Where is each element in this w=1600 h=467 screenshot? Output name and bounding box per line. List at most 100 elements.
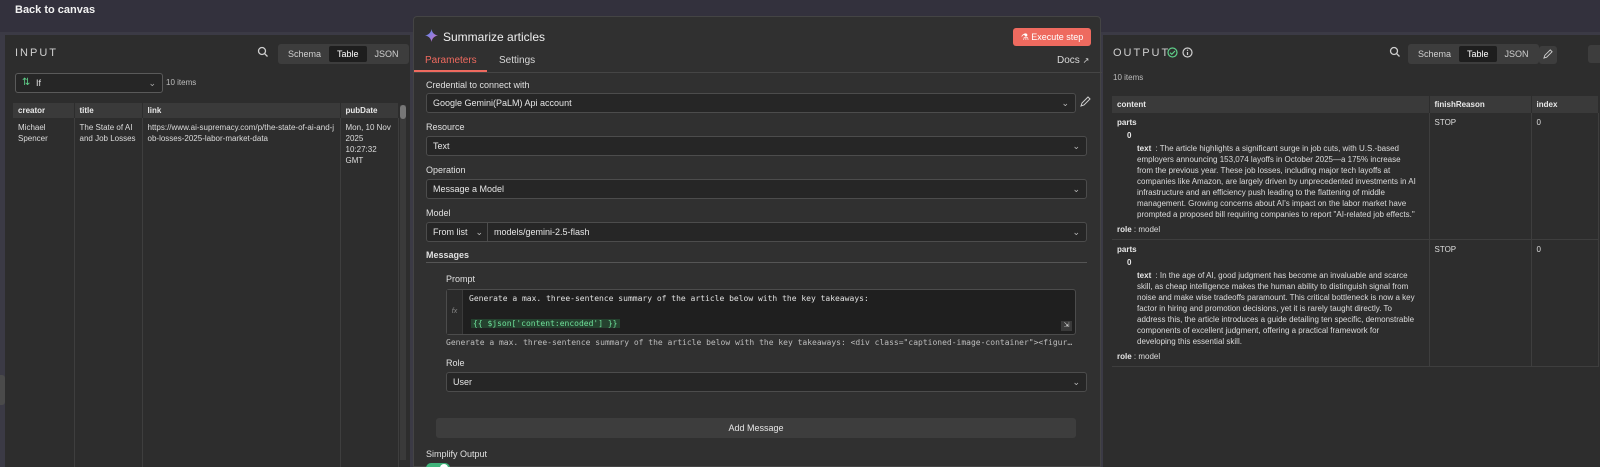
- resource-select[interactable]: Text ⌄: [426, 136, 1087, 156]
- prompt-result-preview: Generate a max. three-sentence summary o…: [446, 338, 1076, 347]
- parts-key: parts: [1117, 118, 1137, 127]
- column-header-pubdate[interactable]: pubDate: [340, 103, 399, 118]
- info-icon[interactable]: [1182, 47, 1193, 60]
- prompt-label: Prompt: [446, 274, 476, 284]
- model-value: models/gemini-2.5-flash: [494, 227, 590, 237]
- chevron-down-icon: ⌄: [475, 227, 483, 237]
- output-view-toggle: Schema Table JSON: [1408, 44, 1539, 64]
- model-label: Model: [426, 208, 451, 218]
- cell-title[interactable]: The State of AI and Job Losses: [74, 118, 143, 467]
- panel-collapse-handle[interactable]: [1588, 45, 1600, 63]
- role-key: role: [1117, 352, 1132, 361]
- output-table: content finishReason index parts 0 text …: [1112, 96, 1599, 367]
- table-row: Michael Spencer The State of AI and Job …: [13, 118, 399, 467]
- cell-index[interactable]: 0: [1531, 113, 1599, 240]
- prompt-text-line: Generate a max. three-sentence summary o…: [469, 294, 869, 303]
- input-view-json[interactable]: JSON: [367, 46, 407, 62]
- pencil-icon[interactable]: [1539, 46, 1557, 64]
- if-node-icon: ⇅: [22, 77, 31, 88]
- parts-index: 0: [1127, 131, 1132, 140]
- cell-finishreason[interactable]: STOP: [1429, 113, 1532, 240]
- column-header-index[interactable]: index: [1531, 96, 1599, 113]
- chevron-down-icon: ⌄: [148, 78, 156, 88]
- simplify-output-toggle[interactable]: [426, 463, 450, 467]
- column-header-link[interactable]: link: [142, 103, 341, 118]
- column-header-content[interactable]: content: [1112, 96, 1430, 113]
- node-header: Summarize articles ⚗ Execute step Parame…: [414, 17, 1102, 73]
- input-title: INPUT: [15, 47, 58, 59]
- input-items-count: 10 items: [166, 78, 197, 87]
- panel-resize-handle[interactable]: [0, 375, 5, 405]
- cell-content[interactable]: parts 0 text : In the age of AI, good ju…: [1112, 239, 1430, 367]
- table-row: parts 0 text : In the age of AI, good ju…: [1112, 239, 1599, 367]
- simplify-output-label: Simplify Output: [426, 449, 488, 459]
- back-to-canvas-link[interactable]: Back to canvas: [15, 4, 95, 16]
- operation-select[interactable]: Message a Model ⌄: [426, 179, 1087, 199]
- cell-creator[interactable]: Michael Spencer: [13, 118, 75, 467]
- column-header-title[interactable]: title: [74, 103, 143, 118]
- execute-step-label: Execute step: [1031, 32, 1084, 42]
- cell-content[interactable]: parts 0 text : The article highlights a …: [1112, 113, 1430, 240]
- add-message-button[interactable]: Add Message: [436, 418, 1076, 438]
- chevron-down-icon: ⌄: [1072, 141, 1080, 151]
- output-view-json[interactable]: JSON: [1497, 46, 1537, 62]
- parts-index: 0: [1127, 258, 1132, 267]
- messages-divider: [426, 262, 1087, 263]
- docs-label: Docs: [1057, 55, 1080, 66]
- model-mode-value: From list: [433, 227, 468, 237]
- input-scrollbar-thumb[interactable]: [400, 105, 406, 119]
- table-row: parts 0 text : The article highlights a …: [1112, 113, 1599, 240]
- input-node-select-value: If: [36, 78, 42, 88]
- text-entry: text : In the age of AI, good judgment h…: [1137, 271, 1415, 346]
- execute-step-button[interactable]: ⚗ Execute step: [1013, 28, 1091, 46]
- cell-pubdate[interactable]: Mon, 10 Nov 2025 10:27:32 GMT: [340, 118, 399, 467]
- role-value: model: [1138, 352, 1161, 361]
- docs-link[interactable]: Docs ↗: [1057, 55, 1089, 66]
- input-node-select[interactable]: ⇅ If ⌄: [15, 73, 163, 93]
- search-icon[interactable]: [256, 46, 270, 60]
- output-view-table[interactable]: Table: [1459, 46, 1497, 62]
- output-items-count: 10 items: [1113, 73, 1144, 82]
- role-label: Role: [446, 358, 465, 368]
- role-value: User: [453, 377, 473, 387]
- credential-select[interactable]: Google Gemini(PaLM) Api account ⌄: [426, 93, 1076, 113]
- column-header-finishreason[interactable]: finishReason: [1429, 96, 1532, 113]
- resource-label: Resource: [426, 122, 465, 132]
- pencil-icon[interactable]: [1078, 96, 1092, 110]
- credential-label: Credential to connect with: [426, 80, 530, 90]
- text-value: In the age of AI, good judgment has beco…: [1137, 271, 1415, 346]
- input-scrollbar[interactable]: [400, 105, 406, 460]
- cell-finishreason[interactable]: STOP: [1429, 239, 1532, 367]
- input-view-schema[interactable]: Schema: [280, 46, 329, 62]
- role-value: model: [1138, 225, 1161, 234]
- chevron-down-icon: ⌄: [1072, 377, 1080, 387]
- cell-index[interactable]: 0: [1531, 239, 1599, 367]
- resource-value: Text: [433, 141, 450, 151]
- operation-label: Operation: [426, 165, 466, 175]
- parts-key: parts: [1117, 245, 1137, 254]
- column-header-creator[interactable]: creator: [13, 103, 75, 118]
- input-view-toggle: Schema Table JSON: [278, 44, 409, 64]
- search-icon[interactable]: [1388, 46, 1402, 60]
- flask-icon: ⚗: [1020, 32, 1029, 42]
- expression-fx-icon: fx: [447, 290, 463, 334]
- output-view-schema[interactable]: Schema: [1410, 46, 1459, 62]
- role-select[interactable]: User ⌄: [446, 372, 1087, 392]
- input-panel: INPUT Schema Table JSON ⇅ If ⌄ 10 items …: [5, 35, 410, 467]
- input-view-table[interactable]: Table: [329, 46, 367, 62]
- external-link-icon: ↗: [1082, 56, 1090, 65]
- tab-settings[interactable]: Settings: [499, 55, 535, 66]
- gemini-icon: [425, 29, 438, 42]
- role-entry: role : model: [1117, 352, 1161, 361]
- node-title[interactable]: Summarize articles: [443, 30, 545, 44]
- chevron-down-icon: ⌄: [1072, 184, 1080, 194]
- cell-link[interactable]: https://www.ai-supremacy.com/p/the-state…: [142, 118, 341, 467]
- text-entry: text : The article highlights a signific…: [1137, 144, 1416, 219]
- output-panel: OUTPUT Schema Table JSON 10 items conten…: [1103, 35, 1600, 467]
- tab-parameters[interactable]: Parameters: [425, 55, 477, 66]
- model-select[interactable]: models/gemini-2.5-flash ⌄: [487, 222, 1087, 242]
- chevron-down-icon: ⌄: [1072, 227, 1080, 237]
- prompt-editor[interactable]: fx Generate a max. three-sentence summar…: [446, 289, 1076, 335]
- expand-icon[interactable]: ⇲: [1061, 321, 1072, 331]
- model-mode-select[interactable]: From list ⌄: [426, 222, 488, 242]
